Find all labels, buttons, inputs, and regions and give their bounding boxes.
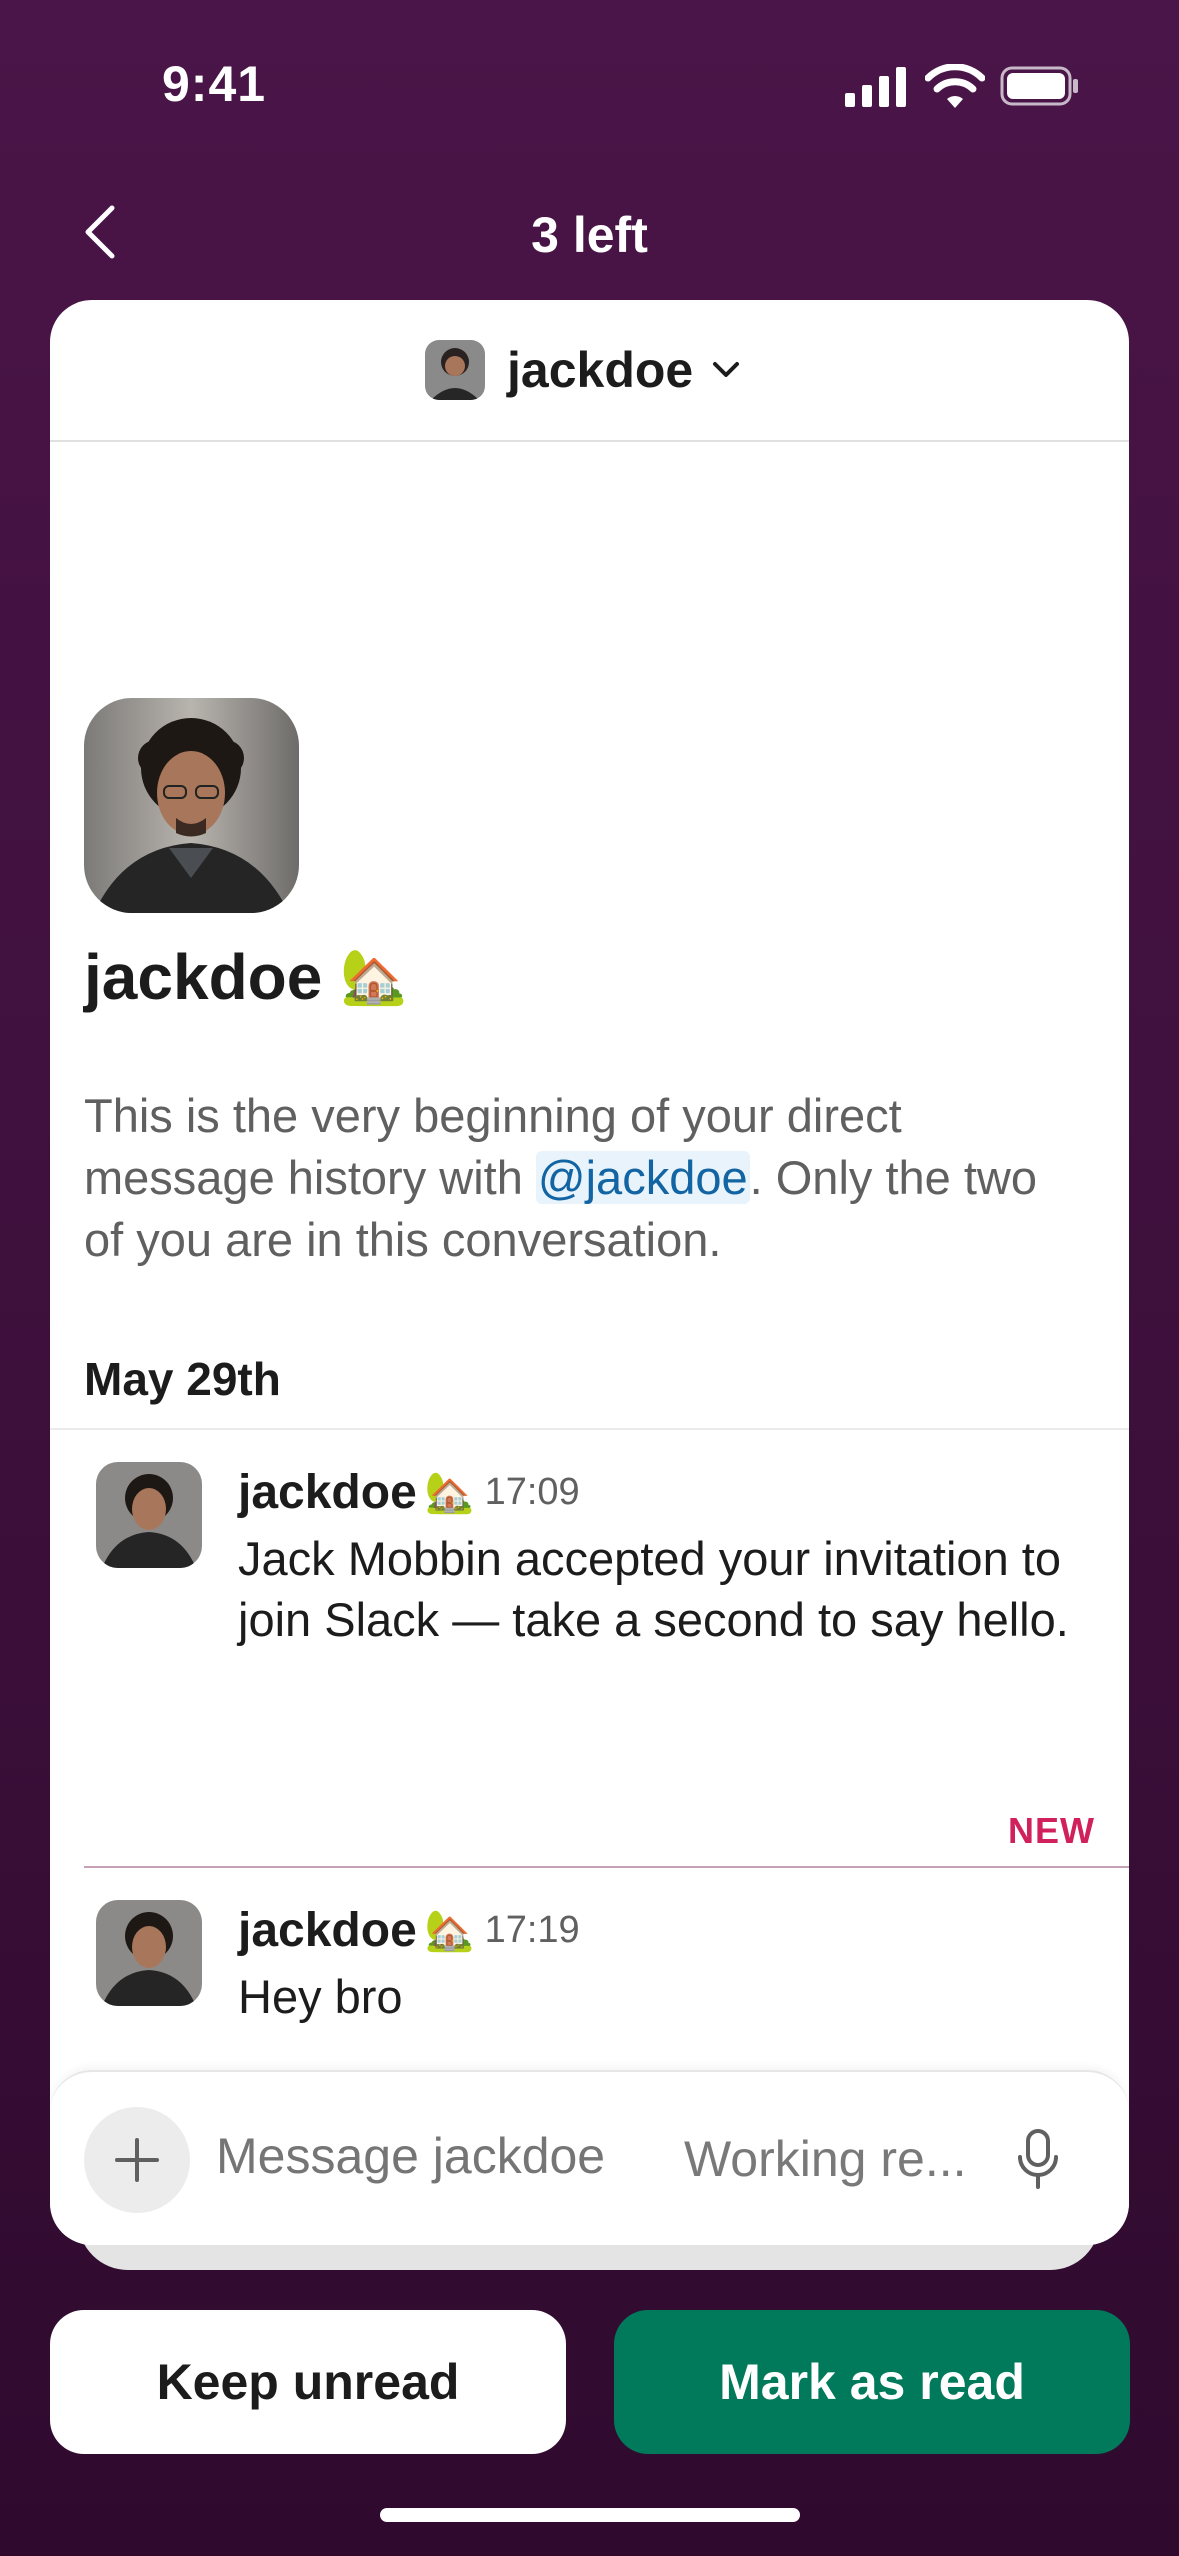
status-emoji-icon: 🏡: [340, 946, 408, 1007]
profile-username: jackdoe: [84, 941, 323, 1013]
message-item[interactable]: jackdoe 🏡 17:09 Jack Mobbin accepted you…: [96, 1462, 1096, 1646]
microphone-icon[interactable]: [1016, 2127, 1060, 2193]
conversation-card: jackdoe jackdoe 🏡 This is the very begin…: [50, 300, 1129, 2245]
chevron-down-icon[interactable]: [711, 359, 741, 381]
user-mention-link[interactable]: @jackdoe: [535, 1151, 750, 1204]
new-messages-divider: [84, 1866, 1129, 1868]
battery-icon: [1000, 66, 1078, 106]
status-emoji-icon: 🏡: [424, 1470, 475, 1515]
message-author[interactable]: jackdoe: [238, 1465, 417, 1520]
add-attachment-button[interactable]: [84, 2107, 190, 2213]
wifi-icon: [925, 64, 985, 108]
status-bar: 9:41: [0, 0, 1179, 150]
message-text: Jack Mobbin accepted your invitation to …: [238, 1532, 1069, 1646]
message-avatar[interactable]: [96, 1900, 202, 2006]
status-time: 9:41: [162, 56, 267, 112]
message-item[interactable]: jackdoe 🏡 17:19 Hey bro: [96, 1900, 1096, 2040]
draft-status-text[interactable]: Working re...: [684, 2130, 967, 2188]
conversation-intro-text: This is the very beginning of your direc…: [84, 1085, 1084, 1271]
dm-header[interactable]: jackdoe: [50, 300, 1129, 442]
home-indicator[interactable]: [380, 2508, 800, 2522]
message-input[interactable]: [216, 2127, 636, 2185]
message-timestamp: 17:19: [484, 1908, 580, 1951]
date-divider-line: [50, 1428, 1129, 1430]
keep-unread-button[interactable]: Keep unread: [50, 2310, 566, 2454]
message-text: Hey bro: [238, 1970, 403, 2023]
cellular-signal-icon: [845, 67, 906, 107]
user-avatar: [425, 340, 485, 400]
profile-avatar[interactable]: [84, 698, 299, 913]
profile-name: jackdoe 🏡: [84, 940, 408, 1014]
dm-username: jackdoe: [507, 342, 694, 398]
status-emoji-icon: 🏡: [424, 1908, 475, 1953]
mark-as-read-button[interactable]: Mark as read: [614, 2310, 1130, 2454]
message-timestamp: 17:09: [484, 1470, 580, 1513]
message-composer: Working re...: [50, 2070, 1129, 2245]
nav-header: 3 left: [0, 180, 1179, 290]
date-divider-label: May 29th: [84, 1353, 281, 1405]
message-avatar[interactable]: [96, 1462, 202, 1568]
remaining-count-title: 3 left: [531, 207, 648, 263]
plus-icon: [115, 2138, 159, 2182]
message-author[interactable]: jackdoe: [238, 1903, 417, 1958]
new-messages-label: NEW: [1008, 1810, 1095, 1851]
